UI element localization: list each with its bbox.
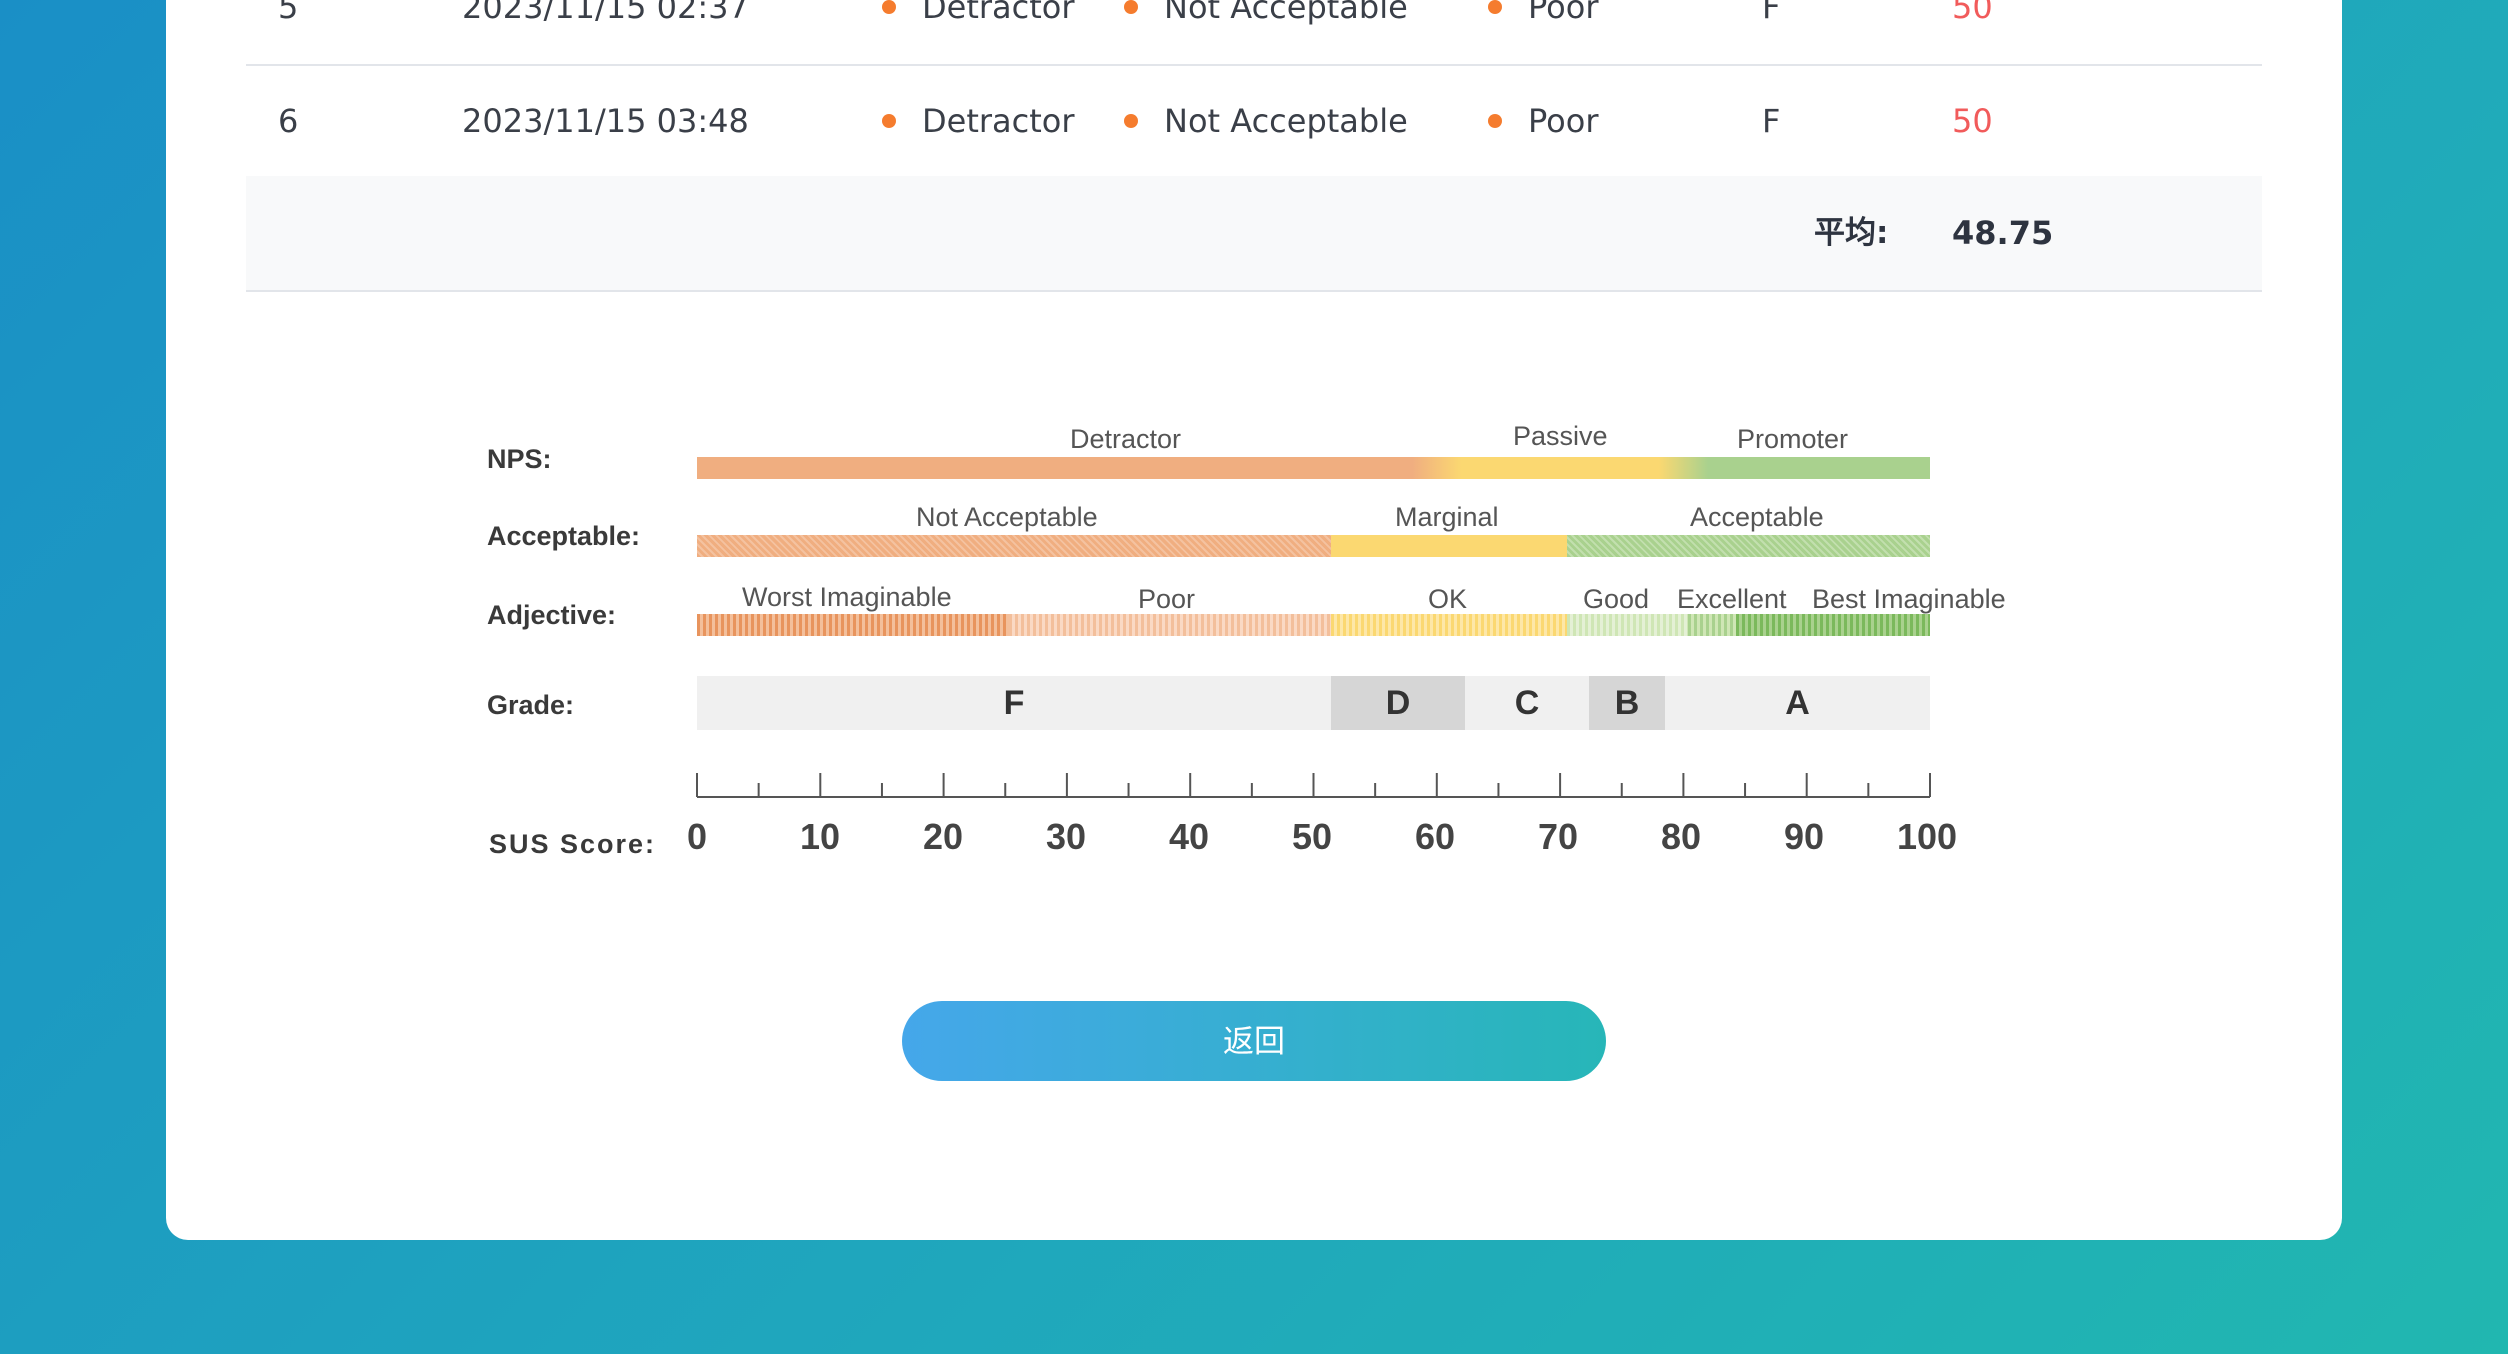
- row-acceptable: Not Acceptable: [1124, 64, 1408, 178]
- acceptable-ok-label: Acceptable: [1690, 502, 1824, 532]
- adjective-worst-label: Worst Imaginable: [742, 582, 952, 612]
- adjective-bar-worst: [697, 614, 1009, 636]
- adjective-good-label: Good: [1583, 584, 1650, 614]
- back-button[interactable]: 返回: [902, 1001, 1606, 1081]
- row-grade: F: [1762, 0, 1781, 26]
- grade-a: A: [1665, 676, 1930, 730]
- adjective-bar-excellent: [1688, 614, 1736, 636]
- adjective-row-label: Adjective:: [487, 600, 617, 630]
- adjective-poor-label: Poor: [1138, 584, 1196, 614]
- grade-c: C: [1465, 676, 1589, 730]
- acceptable-bar-marginal: [1331, 535, 1567, 557]
- adjective-excellent-label: Excellent: [1677, 584, 1787, 614]
- row-time: 2023/11/15 02:37: [462, 0, 749, 26]
- adjective-best-label: Best Imaginable: [1812, 584, 2006, 614]
- acceptable-bar-ok: [1567, 535, 1930, 557]
- row-adjective: Poor: [1488, 0, 1598, 64]
- grade-f: F: [697, 676, 1331, 730]
- adjective-ok-label: OK: [1428, 584, 1468, 614]
- acceptable-row-label: Acceptable:: [487, 521, 641, 551]
- row-adjective: Poor: [1488, 64, 1598, 178]
- adjective-bar-poor: [1009, 614, 1331, 636]
- acceptable-bar-not: [697, 535, 1331, 557]
- sus-tick-label: 20: [922, 816, 964, 857]
- grade-d: D: [1331, 676, 1465, 730]
- table-row: 5 2023/11/15 02:37 Detractor Not Accepta…: [246, 0, 2262, 66]
- average-label: 平均:: [1814, 215, 1889, 251]
- sus-tick-label: 60: [1414, 816, 1456, 857]
- status-dot: [882, 114, 896, 128]
- nps-detractor-label: Detractor: [1070, 424, 1182, 454]
- nps-passive-label: Passive: [1513, 421, 1608, 451]
- status-dot: [1488, 0, 1502, 14]
- row-grade: F: [1762, 102, 1781, 140]
- grade-b: B: [1589, 676, 1665, 730]
- sus-tick-label: 100: [1896, 816, 1958, 857]
- average-row: 平均: 48.75: [246, 176, 2262, 292]
- status-dot: [1124, 114, 1138, 128]
- sus-tick-label: 30: [1045, 816, 1087, 857]
- sus-tick-label: 70: [1537, 816, 1579, 857]
- adjective-bar-ok: [1331, 614, 1567, 636]
- average-value: 48.75: [1952, 214, 2054, 252]
- nps-row-label: NPS:: [487, 444, 552, 474]
- row-nps: Detractor: [882, 0, 1075, 64]
- status-dot: [1124, 0, 1138, 14]
- sus-row-label: SUS Score:: [489, 829, 657, 859]
- status-dot: [1488, 114, 1502, 128]
- row-time: 2023/11/15 03:48: [462, 102, 749, 140]
- nps-promoter-label: Promoter: [1737, 424, 1849, 454]
- sus-tick-label: 80: [1660, 816, 1702, 857]
- row-score: 50: [1952, 102, 1993, 140]
- nps-bar: [697, 457, 1930, 479]
- sus-tick-label: 10: [799, 816, 841, 857]
- row-nps: Detractor: [882, 64, 1075, 178]
- row-index: 6: [278, 102, 299, 140]
- sus-tick-label: 90: [1783, 816, 1825, 857]
- sus-axis: [696, 773, 1931, 798]
- sus-tick-label: 50: [1291, 816, 1333, 857]
- adjective-bar-good: [1567, 614, 1688, 636]
- adjective-bar-best: [1736, 614, 1930, 636]
- sus-tick-label: 0: [686, 816, 708, 857]
- row-score: 50: [1952, 0, 1993, 26]
- table-row: 6 2023/11/15 03:48 Detractor Not Accepta…: [246, 64, 2262, 180]
- sus-tick-label: 40: [1168, 816, 1210, 857]
- acceptable-not-label: Not Acceptable: [916, 502, 1098, 532]
- status-dot: [882, 0, 896, 14]
- grade-row-label: Grade:: [487, 690, 575, 720]
- row-acceptable: Not Acceptable: [1124, 0, 1408, 64]
- acceptable-marginal-label: Marginal: [1395, 502, 1499, 532]
- row-index: 5: [278, 0, 299, 26]
